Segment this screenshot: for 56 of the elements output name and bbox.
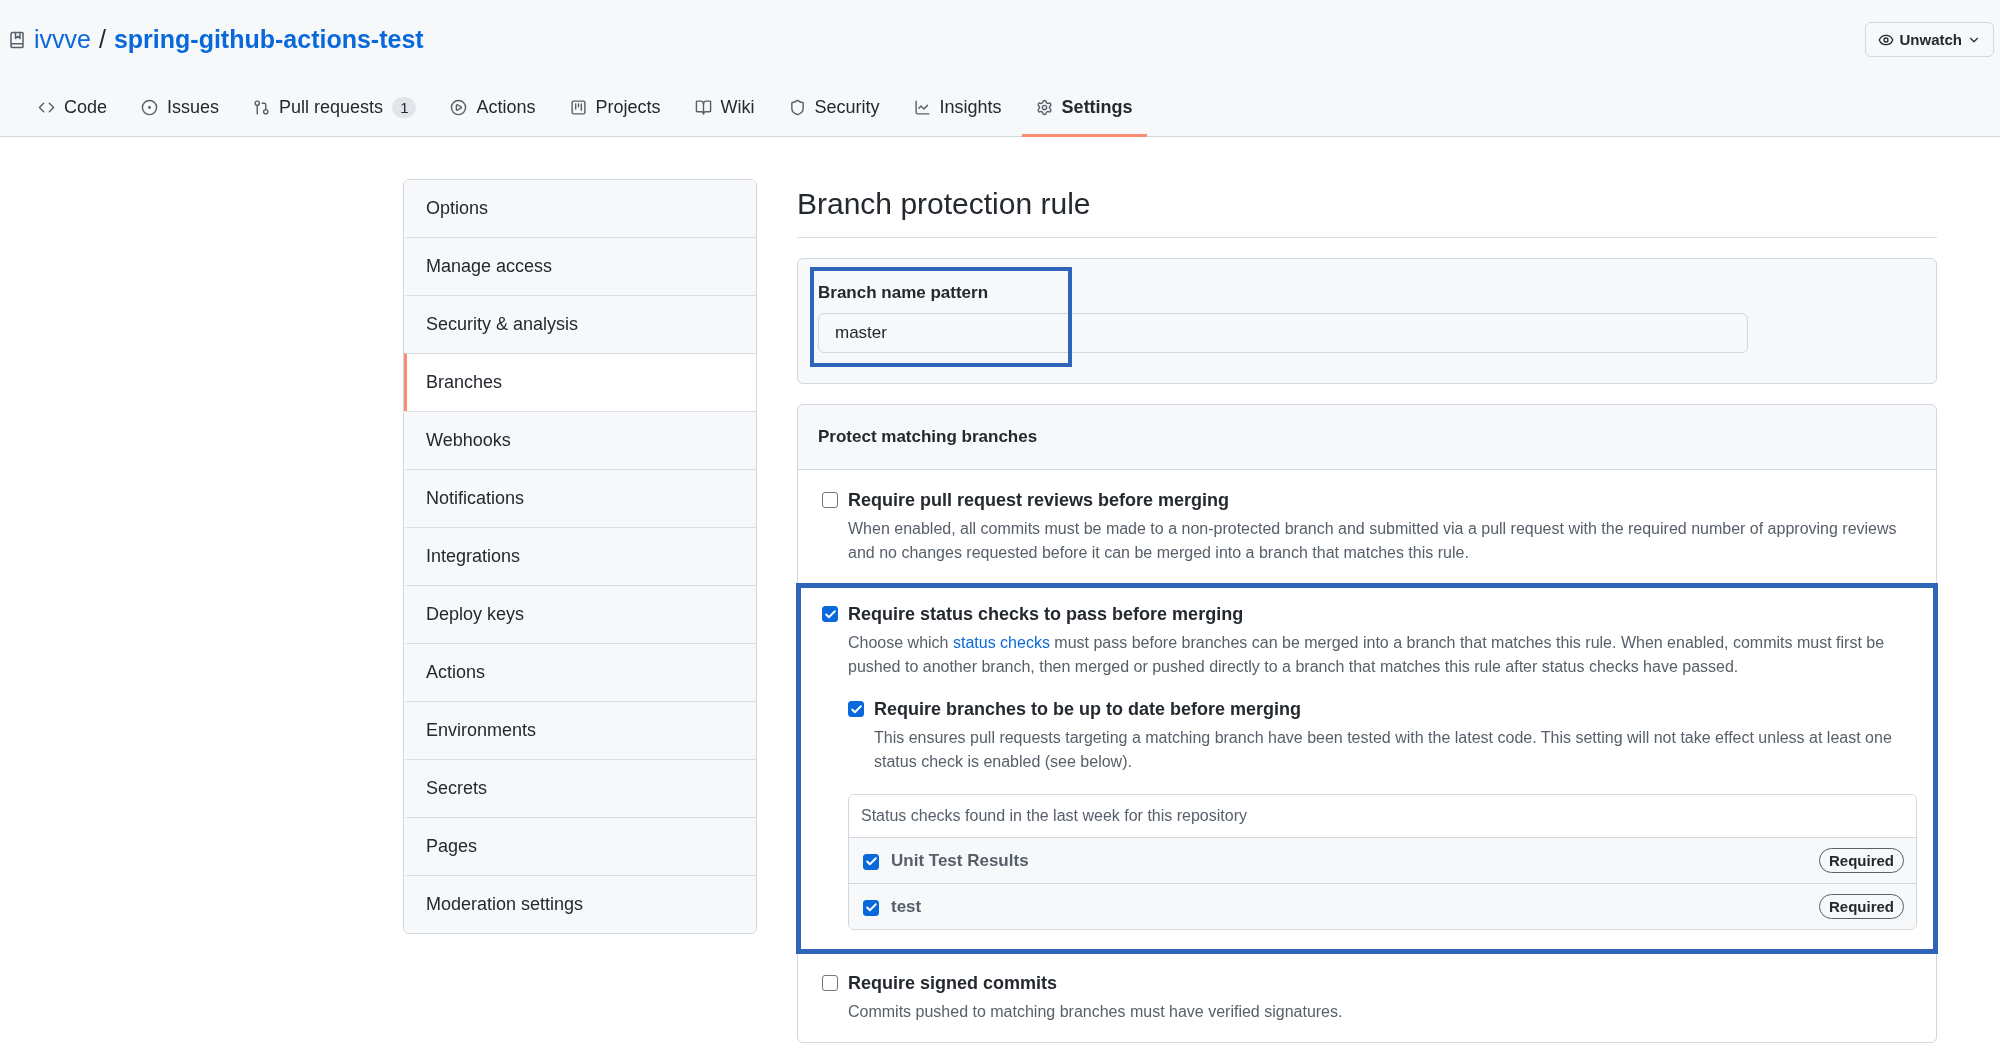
repo-name-link[interactable]: spring-github-actions-test <box>113 25 424 54</box>
count-badge: 1 <box>392 97 417 118</box>
page-title: Branch protection rule <box>797 187 1937 238</box>
repo-icon <box>8 30 26 49</box>
option-description: When enabled, all commits must be made to a non-protected branch and submitted via a pull request with the required number of approving reviews and no changes requested before it can be merged into a branch that matches this rule. <box>848 519 1898 563</box>
branch-pattern-field[interactable]: master <box>818 313 1748 353</box>
checkbox[interactable] <box>822 975 838 991</box>
field-label: Branch name pattern <box>818 283 990 303</box>
repo-tab[interactable]: Pull requests 1 <box>239 85 431 137</box>
circle-dot-icon <box>141 99 159 116</box>
option-description: This ensures pull requests targeting a matching branch have been tested with the latest code. This setting will not take effect unless at least one status check is enabled (see below). <box>874 728 1893 772</box>
option-title: Require branches to be up to date before merging <box>874 699 1303 720</box>
sidebar-item[interactable]: Deploy keys <box>404 585 756 643</box>
repo-tab[interactable]: Settings <box>1021 85 1147 137</box>
option-description: Choose which status checks must pass before branches can be merged into a branch that matches this rule. When enabled, commits must first be pushed to another branch, then merged or pushed directly to a branch that matches this rule after status checks have passed. <box>848 633 1886 677</box>
repo-tab[interactable]: Insights <box>899 85 1016 137</box>
check-name: Unit Test Results <box>891 850 1030 871</box>
status-checks-link[interactable]: status checks <box>952 634 1050 651</box>
option-title: Require pull request reviews before merging <box>848 490 1231 511</box>
repo-owner-link[interactable]: ivvve <box>34 25 91 54</box>
sidebar-item[interactable]: Actions <box>404 643 756 701</box>
checkbox[interactable] <box>848 701 864 717</box>
repo-tab[interactable]: Code <box>24 85 122 137</box>
sidebar-item[interactable]: Manage access <box>404 237 756 295</box>
checkbox[interactable] <box>863 899 879 916</box>
unwatch-button[interactable]: Unwatch <box>1865 22 1994 57</box>
sidebar-item[interactable]: Notifications <box>404 469 756 527</box>
repo-tab[interactable]: Projects <box>555 85 675 137</box>
repo-tab[interactable]: Actions <box>436 85 550 137</box>
repo-tab[interactable]: Wiki <box>680 85 769 137</box>
sidebar-item[interactable]: Pages <box>404 817 756 875</box>
settings-icon <box>1035 99 1053 116</box>
check-name: test <box>891 896 923 917</box>
checkbox[interactable] <box>822 492 838 508</box>
sidebar-item[interactable]: Integrations <box>404 527 756 585</box>
sidebar-item[interactable]: Moderation settings <box>404 875 756 933</box>
checkbox[interactable] <box>863 853 879 870</box>
book-icon <box>694 99 712 116</box>
path-separator: / <box>98 25 106 54</box>
repo-tab[interactable]: Security <box>774 85 894 137</box>
sidebar-item[interactable]: Environments <box>404 701 756 759</box>
option-title: Require status checks to pass before merging <box>848 604 1245 625</box>
shield-icon <box>788 99 806 116</box>
sidebar-item[interactable]: Branches <box>404 353 756 411</box>
option-description: Commits pushed to matching branches must have verified signatures. <box>848 1002 1343 1022</box>
repo-tab[interactable]: Issues <box>127 85 234 137</box>
sidebar-item[interactable]: Secrets <box>404 759 756 817</box>
sidebar-item[interactable]: Webhooks <box>404 411 756 469</box>
option-title: Require signed commits <box>848 973 1059 994</box>
checkbox[interactable] <box>822 606 838 622</box>
play-circle-icon <box>450 99 468 116</box>
line-chart-icon <box>913 99 931 116</box>
sidebar-item[interactable]: Security & analysis <box>404 295 756 353</box>
pull-request-icon <box>253 99 271 116</box>
sidebar-item[interactable]: Options <box>404 180 756 237</box>
kanban-icon <box>569 99 587 116</box>
